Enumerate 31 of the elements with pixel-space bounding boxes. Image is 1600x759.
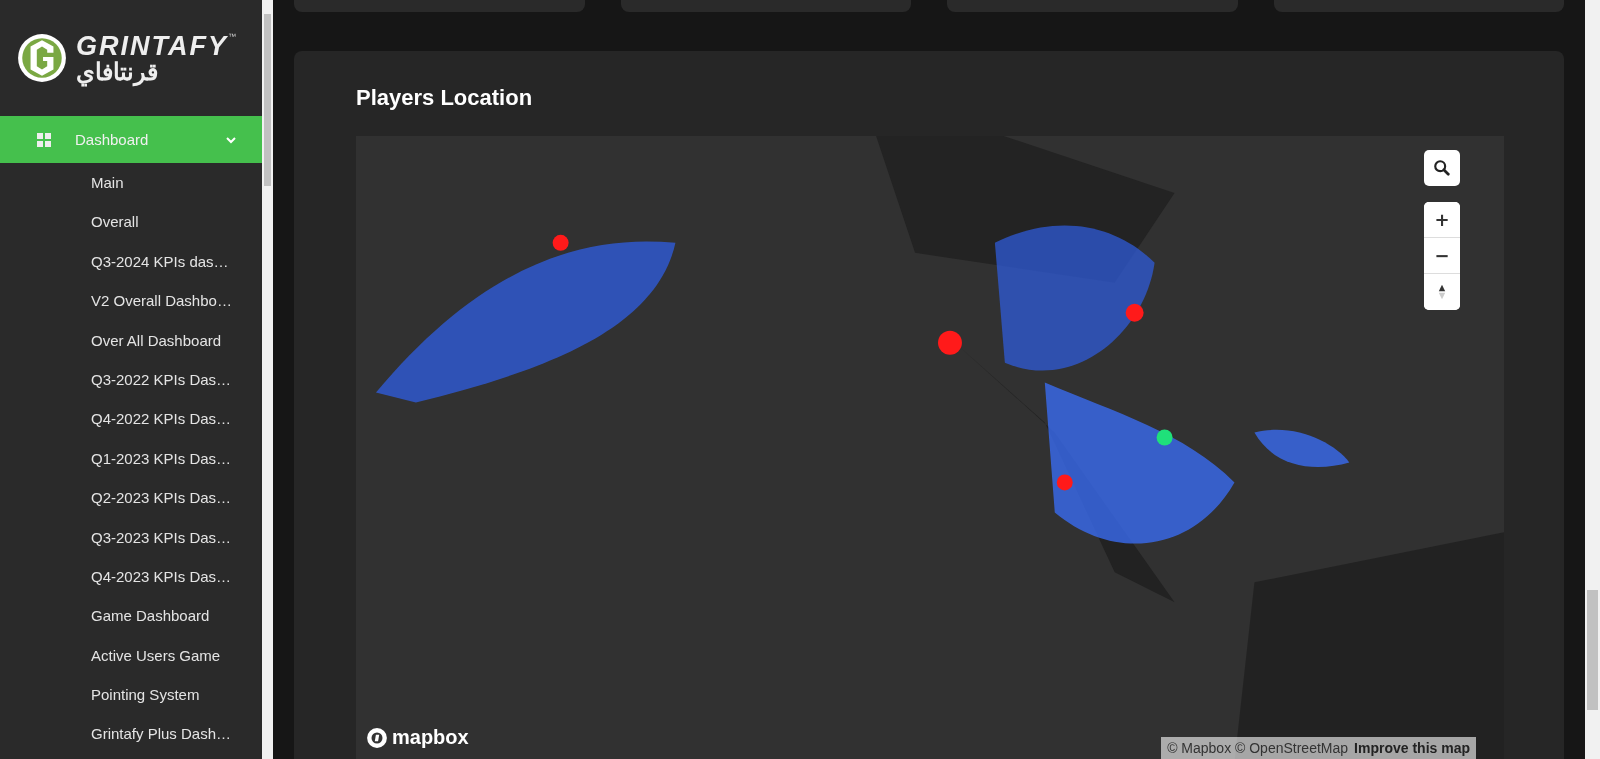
- nav-subitem[interactable]: Overall: [0, 202, 139, 242]
- nav-subitem[interactable]: V2 Overall Dashbo…: [0, 281, 232, 321]
- nav-subitem[interactable]: Q4-2022 KPIs Das…: [0, 399, 232, 439]
- nav-subitem[interactable]: Q4-2023 KPIs Das…: [0, 556, 232, 597]
- nav-subitem[interactable]: Q3-2022 KPIs Das…: [0, 359, 232, 400]
- search-icon: [1433, 159, 1451, 177]
- nav-subitem[interactable]: Q1-2023 KPIs Das…: [0, 438, 232, 479]
- nav-subitem[interactable]: Main: [0, 163, 124, 203]
- scrollbar[interactable]: [1585, 0, 1600, 759]
- nav-subitem[interactable]: Q2-2023 KPIs Das…: [0, 478, 232, 518]
- nav-subitem[interactable]: Pointing System: [0, 675, 200, 715]
- ball-logo-icon: [16, 32, 68, 84]
- nav-subitem[interactable]: Grintafy Plus Dash…: [0, 714, 232, 754]
- chevron-icon: [226, 134, 236, 145]
- attribution-text: © Mapbox © OpenStreetMap: [1167, 740, 1349, 756]
- nav-subitem[interactable]: Q3-2023 KPIs Das…: [0, 517, 232, 557]
- brand-name: GRINTAFY: [76, 32, 228, 60]
- scrollbar[interactable]: [262, 0, 273, 759]
- grid-icon: [37, 132, 51, 147]
- search-button[interactable]: [1424, 150, 1460, 186]
- compass-icon: [1438, 284, 1446, 300]
- nav-subitem[interactable]: Over All Dashboard: [0, 320, 222, 360]
- panel-title: Players Location: [356, 85, 533, 111]
- mapbox-mark-icon: [366, 726, 388, 749]
- nav-subitem[interactable]: Q3-2024 KPIs das…: [0, 241, 229, 282]
- nav-subitem[interactable]: Active Users Game: [0, 635, 221, 676]
- trademark-mark: ™: [228, 32, 236, 41]
- nav-subitem[interactable]: Game Dashboard: [0, 596, 210, 636]
- mapbox-logo[interactable]: mapbox: [392, 726, 469, 749]
- zoom-in-button[interactable]: +: [1424, 202, 1460, 238]
- improve-map-link[interactable]: Improve this map: [1354, 740, 1470, 756]
